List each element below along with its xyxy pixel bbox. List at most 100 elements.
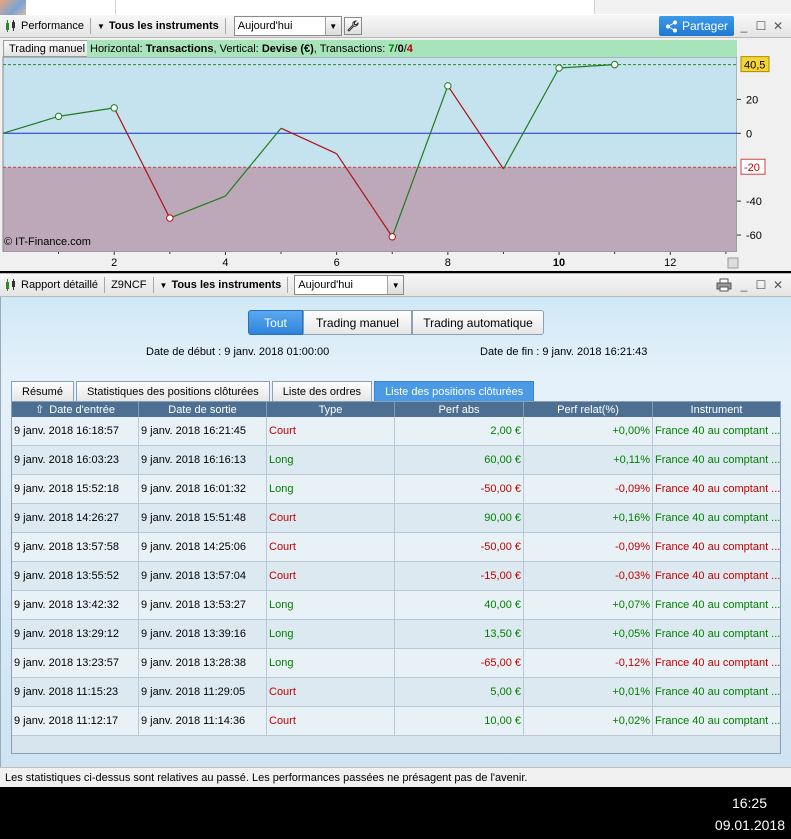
caret-down-icon: ▼ — [159, 280, 168, 290]
info-vertical-value: Devise (€) — [261, 42, 314, 55]
x-tick-label: 12 — [664, 257, 676, 269]
filter-auto-button[interactable]: Trading automatique — [412, 310, 544, 335]
clock-time[interactable]: 16:25 — [732, 795, 767, 811]
info-horizontal-label: Horizontal: — [90, 42, 143, 55]
report-instruments-selector[interactable]: ▼ Tous les instruments — [156, 274, 286, 296]
cell-instrument: France 40 au comptant ... — [655, 657, 780, 669]
performance-title-label: Performance — [21, 20, 84, 32]
table-row[interactable]: 9 janv. 2018 14:26:27 9 janv. 2018 15:51:… — [12, 504, 780, 533]
copyright-label: © IT-Finance.com — [4, 236, 91, 248]
performance-toolbar: Performance ▼ Tous les instruments Aujou… — [0, 15, 791, 38]
table-row[interactable]: 9 janv. 2018 16:03:23 9 janv. 2018 16:16:… — [12, 446, 780, 475]
data-point — [444, 82, 452, 90]
table-row[interactable]: 9 janv. 2018 13:29:12 9 janv. 2018 13:39:… — [12, 620, 780, 649]
cell-perf-rel: +0,05% — [524, 620, 653, 648]
positions-table: ⇧ Date d'entrée Date de sortie Type Perf … — [11, 401, 781, 754]
share-button[interactable]: Partager — [658, 16, 734, 36]
header-perf-rel[interactable]: Perf relat(%) — [524, 402, 653, 417]
cell-entry-date: 9 janv. 2018 16:03:23 — [12, 446, 139, 474]
cell-perf-abs: 90,00 € — [395, 504, 524, 532]
candlestick-icon — [6, 279, 15, 291]
disclaimer-footer: Les statistiques ci-dessus sont relative… — [0, 767, 791, 787]
header-instrument[interactable]: Instrument — [653, 402, 780, 417]
table-row[interactable]: 9 janv. 2018 16:18:57 9 janv. 2018 16:21:… — [12, 417, 780, 446]
header-type[interactable]: Type — [267, 402, 395, 417]
report-period-select[interactable]: Aujourd'hui ▼ — [294, 275, 405, 295]
cell-perf-rel: -0,12% — [524, 649, 653, 677]
cell-perf-abs: -15,00 € — [395, 562, 524, 590]
header-entry-date[interactable]: ⇧ Date d'entrée — [12, 402, 139, 417]
cell-type: Court — [267, 707, 395, 735]
period-select[interactable]: Aujourd'hui ▼ — [233, 16, 342, 36]
cell-perf-abs: -50,00 € — [395, 533, 524, 561]
chart-svg: 2 4 6 8 10 12 20 0 -40 -60 40,5 -20 — [0, 55, 791, 271]
tab-positions[interactable]: Liste des positions clôturées — [374, 381, 535, 401]
trading-mode-label[interactable]: Trading manuel — [3, 40, 92, 57]
cell-type: Long — [267, 446, 395, 474]
chart-bg-positive — [3, 57, 737, 168]
x-tick-label: 6 — [334, 257, 340, 269]
cell-entry-date: 9 janv. 2018 13:23:57 — [12, 649, 139, 677]
minimize-icon[interactable]: _ — [737, 19, 751, 33]
data-point — [110, 104, 118, 112]
tab-orders[interactable]: Liste des ordres — [271, 381, 373, 401]
table-row[interactable]: 9 janv. 2018 13:55:52 9 janv. 2018 13:57:… — [12, 562, 780, 591]
table-row[interactable]: 9 janv. 2018 13:23:57 9 janv. 2018 13:28:… — [12, 649, 780, 678]
instruments-selector[interactable]: ▼ Tous les instruments — [93, 15, 223, 37]
cell-entry-date: 9 janv. 2018 16:18:57 — [12, 417, 139, 445]
toolbar-separator — [224, 18, 226, 34]
x-tick-label: 4 — [222, 257, 228, 269]
cell-exit-date: 9 janv. 2018 16:21:45 — [139, 417, 267, 445]
share-icon — [665, 20, 677, 32]
end-date-label: Date de fin : 9 janv. 2018 16:21:43 — [480, 346, 648, 358]
cell-type: Court — [267, 533, 395, 561]
close-icon[interactable]: ✕ — [771, 278, 785, 292]
taskbar: 16:25 09.01.2018 — [0, 787, 791, 839]
toolbar-separator — [152, 277, 154, 293]
filter-manual-button[interactable]: Trading manuel — [303, 310, 412, 335]
wrench-icon — [347, 20, 359, 32]
cell-entry-date: 9 janv. 2018 13:42:32 — [12, 591, 139, 619]
minimize-icon[interactable]: _ — [737, 278, 751, 292]
account-label[interactable]: Z9NCF — [107, 274, 150, 296]
clock-date[interactable]: 09.01.2018 — [715, 817, 785, 833]
period-value: Aujourd'hui — [237, 20, 293, 32]
close-icon[interactable]: ✕ — [771, 19, 785, 33]
chevron-down-icon[interactable]: ▼ — [387, 276, 404, 294]
table-row[interactable]: 9 janv. 2018 13:42:32 9 janv. 2018 13:53:… — [12, 591, 780, 620]
maximize-icon[interactable]: ☐ — [754, 19, 768, 33]
performance-chart: 2 4 6 8 10 12 20 0 -40 -60 40,5 -20 Trading manuel … — [0, 38, 791, 271]
table-row[interactable]: 9 janv. 2018 11:15:23 9 janv. 2018 11:29:… — [12, 678, 780, 707]
table-body: 9 janv. 2018 16:18:57 9 janv. 2018 16:21:… — [12, 417, 780, 736]
print-button[interactable] — [714, 277, 734, 293]
toolbar-separator — [287, 277, 289, 293]
tab-stats[interactable]: Statistiques des positions clôturées — [75, 381, 270, 401]
cell-entry-date: 9 janv. 2018 13:55:52 — [12, 562, 139, 590]
desktop-top-strip — [0, 0, 791, 15]
chevron-down-icon[interactable]: ▼ — [324, 17, 341, 35]
cell-perf-rel: +0,16% — [524, 504, 653, 532]
table-row[interactable]: 9 janv. 2018 15:52:18 9 janv. 2018 16:01:… — [12, 475, 780, 504]
header-perf-abs[interactable]: Perf abs — [395, 402, 524, 417]
cell-type: Long — [267, 620, 395, 648]
cell-perf-abs: -65,00 € — [395, 649, 524, 677]
header-exit-date[interactable]: Date de sortie — [139, 402, 267, 417]
y-tick-label: -60 — [746, 230, 762, 242]
cell-exit-date: 9 janv. 2018 15:51:48 — [139, 504, 267, 532]
performance-title[interactable]: Performance — [0, 15, 88, 37]
settings-button[interactable] — [343, 17, 362, 35]
cell-type: Court — [267, 417, 395, 445]
data-point — [388, 233, 396, 241]
cell-perf-rel: -0,09% — [524, 533, 653, 561]
info-transactions-label: , Transactions: — [313, 42, 386, 55]
maximize-icon[interactable]: ☐ — [754, 278, 768, 292]
info-vertical-label: , Vertical: — [213, 42, 259, 55]
cell-perf-abs: 5,00 € — [395, 678, 524, 706]
cell-instrument: France 40 au comptant ... — [655, 686, 780, 698]
tab-summary[interactable]: Résumé — [11, 381, 74, 401]
table-row[interactable]: 9 janv. 2018 13:57:58 9 janv. 2018 14:25:… — [12, 533, 780, 562]
report-title[interactable]: Rapport détaillé — [0, 274, 102, 296]
filter-all-button[interactable]: Tout — [248, 310, 303, 335]
table-row[interactable]: 9 janv. 2018 11:12:17 9 janv. 2018 11:14:… — [12, 707, 780, 736]
cell-exit-date: 9 janv. 2018 14:25:06 — [139, 533, 267, 561]
